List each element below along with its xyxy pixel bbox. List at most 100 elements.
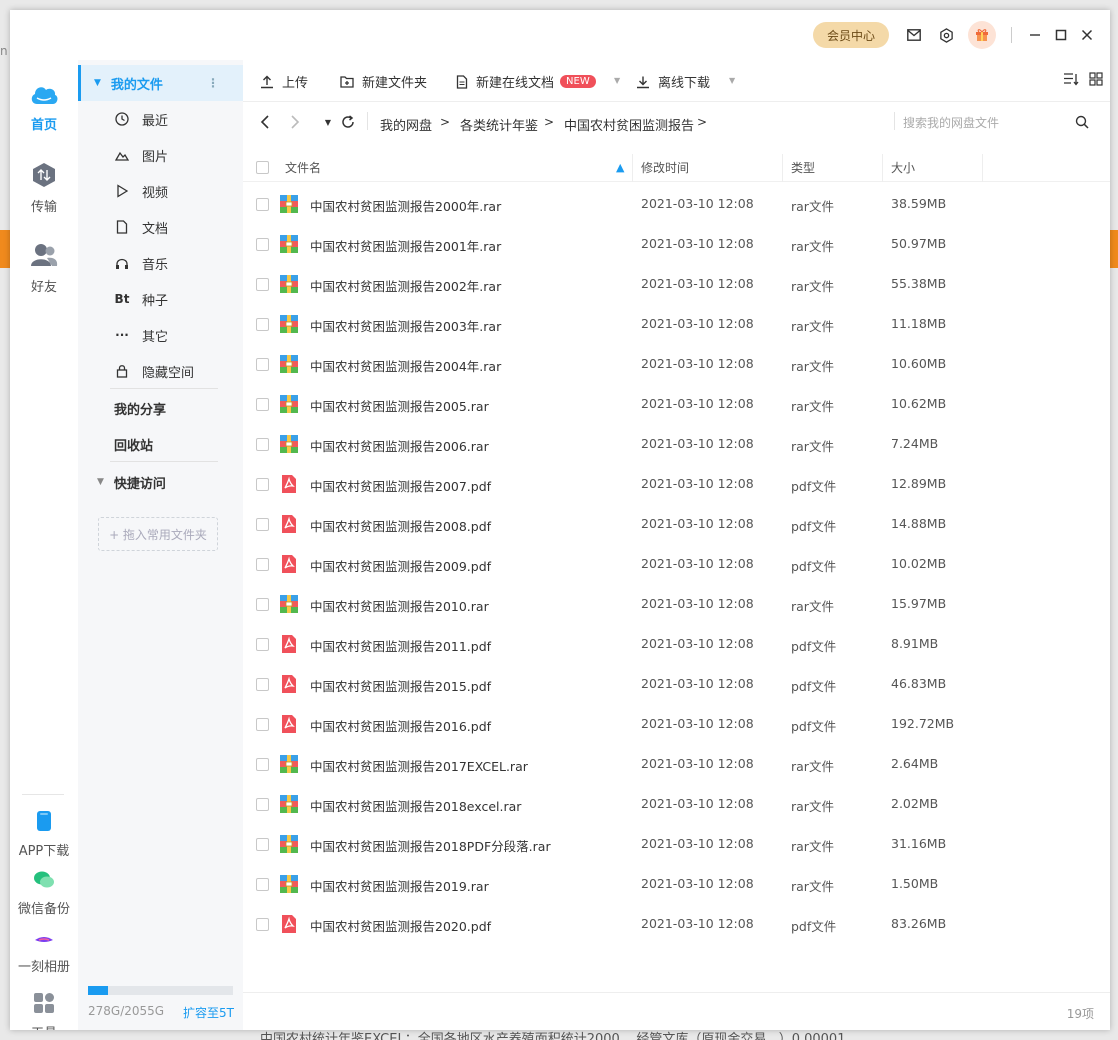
sidebar-item-recycle-bin[interactable]: 回收站	[78, 426, 243, 462]
history-dropdown-icon[interactable]: ▼	[318, 112, 338, 132]
row-checkbox[interactable]	[256, 758, 269, 771]
column-header-name[interactable]: 文件名	[277, 154, 633, 182]
search-icon[interactable]	[1075, 115, 1089, 132]
table-row[interactable]: 中国农村贫困监测报告2004年.rar 2021-03-10 12:08 rar文件…	[243, 344, 1110, 384]
sidebar-item-torrents[interactable]: Bt 种子	[78, 281, 243, 317]
file-name[interactable]: 中国农村贫困监测报告2004年.rar	[310, 356, 501, 375]
row-checkbox[interactable]	[256, 678, 269, 691]
row-checkbox[interactable]	[256, 558, 269, 571]
mail-icon[interactable]	[903, 24, 925, 46]
expand-storage-link[interactable]: 扩容至5T	[183, 1004, 234, 1021]
rail-item-wechat-backup[interactable]: 微信备份	[10, 870, 78, 917]
file-name[interactable]: 中国农村贫困监测报告2007.pdf	[310, 476, 491, 495]
sort-icon[interactable]	[1063, 72, 1079, 86]
file-name[interactable]: 中国农村贫困监测报告2018PDF分段落.rar	[310, 836, 551, 855]
file-name[interactable]: 中国农村贫困监测报告2016.pdf	[310, 716, 491, 735]
forward-icon[interactable]	[285, 112, 305, 132]
refresh-icon[interactable]	[338, 112, 358, 132]
table-row[interactable]: 中国农村贫困监测报告2001年.rar 2021-03-10 12:08 rar文件…	[243, 224, 1110, 264]
grid-view-icon[interactable]	[1089, 72, 1103, 86]
sidebar-item-quick-access[interactable]: ▼ 快捷访问	[78, 464, 243, 500]
column-header-modified[interactable]: 修改时间	[633, 154, 783, 182]
table-row[interactable]: 中国农村贫困监测报告2017EXCEL.rar 2021-03-10 12:08 r…	[243, 744, 1110, 784]
table-row[interactable]: 中国农村贫困监测报告2018excel.rar 2021-03-10 12:08 r…	[243, 784, 1110, 824]
breadcrumb-item-current[interactable]: 中国农村贫困监测报告	[564, 115, 694, 134]
close-icon[interactable]	[1076, 24, 1098, 46]
sidebar-item-my-files[interactable]: ▼ 我的文件 ⋮	[78, 65, 243, 101]
row-checkbox[interactable]	[256, 878, 269, 891]
more-vertical-icon[interactable]: ⋮	[207, 76, 219, 90]
drop-favorite-folder-zone[interactable]: + 拖入常用文件夹	[98, 517, 218, 551]
file-name[interactable]: 中国农村贫困监测报告2003年.rar	[310, 316, 501, 335]
row-checkbox[interactable]	[256, 518, 269, 531]
rail-item-friends[interactable]: 好友	[10, 242, 78, 295]
file-name[interactable]: 中国农村贫困监测报告2006.rar	[310, 436, 489, 455]
file-name[interactable]: 中国农村贫困监测报告2008.pdf	[310, 516, 491, 535]
row-checkbox[interactable]	[256, 838, 269, 851]
table-row[interactable]: 中国农村贫困监测报告2010.rar 2021-03-10 12:08 rar文件 1…	[243, 584, 1110, 624]
vip-center-button[interactable]: 会员中心	[813, 22, 889, 48]
breadcrumb-item[interactable]: 我的网盘	[380, 115, 432, 134]
row-checkbox[interactable]	[256, 718, 269, 731]
file-name[interactable]: 中国农村贫困监测报告2020.pdf	[310, 916, 491, 935]
sidebar-item-hidden-space[interactable]: 隐藏空间	[78, 353, 243, 389]
file-name[interactable]: 中国农村贫困监测报告2002年.rar	[310, 276, 501, 295]
row-checkbox[interactable]	[256, 798, 269, 811]
sidebar-item-music[interactable]: 音乐	[78, 245, 243, 281]
back-icon[interactable]	[255, 112, 275, 132]
table-row[interactable]: 中国农村贫困监测报告2011.pdf 2021-03-10 12:08 pdf文件 8…	[243, 624, 1110, 664]
row-checkbox[interactable]	[256, 918, 269, 931]
file-name[interactable]: 中国农村贫困监测报告2001年.rar	[310, 236, 501, 255]
file-name[interactable]: 中国农村贫困监测报告2009.pdf	[310, 556, 491, 575]
row-checkbox[interactable]	[256, 398, 269, 411]
row-checkbox[interactable]	[256, 638, 269, 651]
rail-item-app-download[interactable]: APP下载	[10, 810, 78, 859]
rail-item-transfer[interactable]: 传输	[10, 162, 78, 215]
row-checkbox[interactable]	[256, 318, 269, 331]
sidebar-item-documents[interactable]: 文档	[78, 209, 243, 245]
file-name[interactable]: 中国农村贫困监测报告2011.pdf	[310, 636, 491, 655]
table-row[interactable]: 中国农村贫困监测报告2007.pdf 2021-03-10 12:08 pdf文件 1…	[243, 464, 1110, 504]
offline-download-button[interactable]: 离线下载	[636, 72, 710, 91]
row-checkbox[interactable]	[256, 238, 269, 251]
new-folder-button[interactable]: 新建文件夹	[340, 72, 427, 91]
sidebar-item-my-share[interactable]: 我的分享	[78, 390, 243, 426]
row-checkbox[interactable]	[256, 598, 269, 611]
table-row[interactable]: 中国农村贫困监测报告2015.pdf 2021-03-10 12:08 pdf文件 4…	[243, 664, 1110, 704]
sidebar-item-images[interactable]: 图片	[78, 137, 243, 173]
rail-item-album[interactable]: 一刻相册	[10, 932, 78, 975]
upload-button[interactable]: 上传	[260, 72, 308, 91]
new-online-doc-button[interactable]: 新建在线文档 NEW	[456, 72, 596, 91]
table-row[interactable]: 中国农村贫困监测报告2005.rar 2021-03-10 12:08 rar文件 1…	[243, 384, 1110, 424]
file-name[interactable]: 中国农村贫困监测报告2018excel.rar	[310, 796, 521, 815]
file-name[interactable]: 中国农村贫困监测报告2010.rar	[310, 596, 489, 615]
file-name[interactable]: 中国农村贫困监测报告2019.rar	[310, 876, 489, 895]
table-row[interactable]: 中国农村贫困监测报告2002年.rar 2021-03-10 12:08 rar文件…	[243, 264, 1110, 304]
table-row[interactable]: 中国农村贫困监测报告2000年.rar 2021-03-10 12:08 rar文件…	[243, 184, 1110, 224]
column-header-type[interactable]: 类型	[783, 154, 883, 182]
file-name[interactable]: 中国农村贫困监测报告2015.pdf	[310, 676, 491, 695]
select-all-checkbox[interactable]	[256, 161, 269, 174]
sidebar-item-videos[interactable]: 视频	[78, 173, 243, 209]
column-header-size[interactable]: 大小	[883, 154, 983, 182]
settings-icon[interactable]	[935, 24, 957, 46]
table-row[interactable]: 中国农村贫困监测报告2016.pdf 2021-03-10 12:08 pdf文件 1…	[243, 704, 1110, 744]
file-name[interactable]: 中国农村贫困监测报告2017EXCEL.rar	[310, 756, 528, 775]
table-row[interactable]: 中国农村贫困监测报告2003年.rar 2021-03-10 12:08 rar文件…	[243, 304, 1110, 344]
table-row[interactable]: 中国农村贫困监测报告2006.rar 2021-03-10 12:08 rar文件 7…	[243, 424, 1110, 464]
rail-item-home[interactable]: 首页	[10, 82, 78, 133]
row-checkbox[interactable]	[256, 278, 269, 291]
minimize-icon[interactable]	[1024, 24, 1046, 46]
table-row[interactable]: 中国农村贫困监测报告2009.pdf 2021-03-10 12:08 pdf文件 1…	[243, 544, 1110, 584]
maximize-icon[interactable]	[1050, 24, 1072, 46]
row-checkbox[interactable]	[256, 438, 269, 451]
table-row[interactable]: 中国农村贫困监测报告2018PDF分段落.rar 2021-03-10 12:08…	[243, 824, 1110, 864]
row-checkbox[interactable]	[256, 478, 269, 491]
sidebar-item-recent[interactable]: 最近	[78, 101, 243, 137]
row-checkbox[interactable]	[256, 358, 269, 371]
table-row[interactable]: 中国农村贫困监测报告2020.pdf 2021-03-10 12:08 pdf文件 8…	[243, 904, 1110, 944]
row-checkbox[interactable]	[256, 198, 269, 211]
table-row[interactable]: 中国农村贫困监测报告2008.pdf 2021-03-10 12:08 pdf文件 1…	[243, 504, 1110, 544]
table-row[interactable]: 中国农村贫困监测报告2019.rar 2021-03-10 12:08 rar文件 1…	[243, 864, 1110, 904]
rail-item-tools[interactable]: 工具	[10, 992, 78, 1030]
